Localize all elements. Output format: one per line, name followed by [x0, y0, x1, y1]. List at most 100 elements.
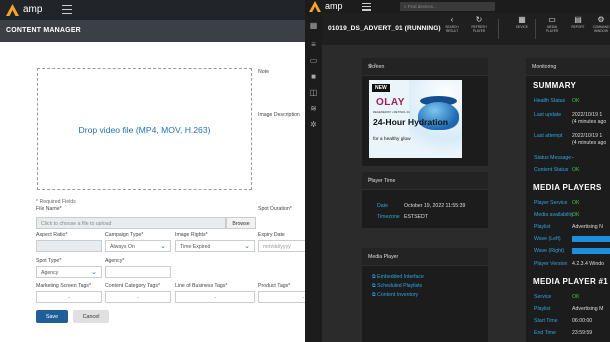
save-button[interactable]: Save	[36, 310, 68, 323]
tag-dash: -	[68, 295, 70, 301]
screen-preview-image: NEW OLAY REGENERIST • RETINOL 24 24-Hour…	[369, 80, 462, 158]
file-name-label: File Name*	[36, 206, 62, 212]
toolbar-divider	[498, 19, 499, 39]
last-attempt-relative: (4 minutes ago	[572, 140, 607, 146]
expiry-date-label: Expiry Date	[258, 232, 285, 238]
toolbar-label: REFRESH PLAYER	[471, 25, 487, 33]
device-name: 01019_DS_ADVERT_01 (RUNNING)	[328, 25, 441, 32]
amp-logo-icon	[309, 1, 321, 12]
content-status-value: OK	[572, 167, 580, 173]
external-link-icon: ⧉	[372, 283, 376, 289]
health-status-label: Health Status	[534, 98, 566, 104]
product-tags-select[interactable]: -	[258, 291, 305, 303]
content-inventory-link[interactable]: ⧉ Content Inventory	[372, 292, 418, 299]
hamburger-menu-icon[interactable]	[62, 5, 72, 15]
timezone-value: ESTSEDT	[404, 214, 428, 220]
image-rights-select[interactable]: Time Expired ⌄	[175, 240, 255, 252]
gear-icon: ⚙	[597, 15, 605, 24]
new-badge: NEW	[372, 84, 390, 92]
player-time-card: Player Time ↻ Date October 19, 2022 11:5…	[362, 172, 488, 228]
last-update-label: Last update	[534, 112, 562, 118]
marketing-screen-tags-label: Marketing Screen Tags*	[36, 283, 91, 289]
video-dropzone[interactable]: Drop video file (MP4, MOV, H.263)	[37, 68, 252, 190]
file-name-input[interactable]: Click to choose a file to upload	[36, 217, 226, 229]
content-manager-window: amp CONTENT MANAGER Drop video file (MP4…	[0, 0, 305, 342]
toolbar-label: SEARCH RESULT	[445, 25, 459, 33]
monitoring-card: Monitoring SUMMARY Health Status OK Last…	[526, 58, 610, 342]
card-title: Monitoring	[532, 64, 557, 70]
marketing-screen-tags-select[interactable]: -	[36, 291, 102, 303]
amp-logo-icon	[6, 4, 19, 16]
chevron-down-icon: ⌄	[91, 269, 97, 276]
app-name: amp	[23, 4, 43, 15]
required-fields-note: * Required Fields	[36, 199, 76, 205]
refresh-player-button[interactable]: ↻ REFRESH PLAYER	[468, 15, 490, 33]
spot-type-select[interactable]: Agency ⌄	[36, 266, 102, 278]
scheduled-playlists-link[interactable]: ⧉ Scheduled Playlists	[372, 283, 422, 290]
top-navbar: amp ⌕ Find devices...	[305, 0, 610, 13]
file-name-placeholder: Click to choose a file to upload	[41, 221, 112, 227]
cast-icon[interactable]: ◫	[309, 88, 318, 97]
device-button[interactable]: ▦ DEVICE	[511, 15, 533, 30]
wifi-icon[interactable]: ≋	[309, 104, 318, 113]
last-attempt-value: 2022/10/19 1	[572, 133, 603, 139]
link-label: Content Inventory	[377, 292, 419, 298]
media-player-1-header: MEDIA PLAYER #1	[533, 277, 609, 286]
back-icon: ‹	[450, 15, 454, 24]
cancel-button[interactable]: Cancel	[73, 310, 109, 323]
external-link-icon: ⧉	[372, 292, 376, 298]
line-of-business-tags-label: Line of Business Tags*	[175, 283, 228, 289]
wave-right-bar	[572, 248, 610, 254]
media-player-button[interactable]: ▭ MEDIA PLAYER	[541, 15, 563, 33]
tag-dash: -	[302, 295, 304, 301]
playlist-label: Playlist	[534, 224, 551, 230]
end-time-label: End Time	[534, 330, 556, 336]
player-version-label: Player Version	[534, 261, 568, 267]
card-title: Media Player	[368, 254, 399, 260]
media-player-card: Media Player ⧉ Embedded Interface ⧉ Sche…	[362, 248, 488, 342]
player-version-value: 4.2.3.4 Windo	[572, 261, 605, 267]
link-label: Embedded Interface	[377, 274, 424, 280]
campaign-type-value: Always On	[110, 244, 135, 250]
content-category-tags-select[interactable]: -	[105, 291, 171, 303]
playlist-value: Advertising N	[572, 224, 603, 230]
end-time-value: 23:59:59	[572, 330, 593, 336]
command-window-button[interactable]: ⚙ COMMAND WINDOW	[590, 15, 610, 33]
campaign-type-label: Campaign Type*	[105, 232, 144, 238]
dashboard-icon[interactable]: ▦	[309, 21, 318, 30]
wave-left-bar	[572, 236, 610, 242]
spot-type-label: Spot Type*	[36, 258, 62, 264]
zoom-icon[interactable]: ⊕ ↻	[368, 63, 482, 69]
media-availability-label: Media availability	[534, 212, 574, 218]
chevron-down-icon: ⌄	[160, 243, 166, 250]
summary-header: SUMMARY	[533, 81, 577, 90]
brand-logo: OLAY	[376, 97, 405, 108]
wave-left-label: Wave (Left)	[534, 236, 561, 242]
device-search-input[interactable]: ⌕ Find devices...	[400, 2, 495, 11]
embedded-interface-link[interactable]: ⧉ Embedded Interface	[372, 274, 424, 281]
report-icon: ▤	[574, 15, 582, 24]
list-icon[interactable]: ≡	[309, 40, 318, 49]
link-label: Scheduled Playlists	[377, 283, 423, 289]
display-icon[interactable]: ▭	[309, 56, 318, 65]
toolbar-divider	[535, 19, 536, 39]
device-toolbar: 01019_DS_ADVERT_01 (RUNNING) ‹ SEARCH RES…	[305, 13, 610, 45]
settings-icon[interactable]: ✲	[309, 120, 318, 129]
external-link-icon: ⧉	[372, 274, 376, 280]
agency-select[interactable]	[105, 266, 171, 278]
line-of-business-tags-select[interactable]: -	[175, 291, 255, 303]
campaign-type-select[interactable]: Always On ⌄	[105, 240, 171, 252]
app-name: amp	[325, 1, 343, 11]
browse-button[interactable]: Browse	[226, 217, 256, 229]
chevron-down-icon: ⌄	[244, 243, 250, 250]
mp1-playlist-label: Playlist	[534, 306, 551, 312]
report-button[interactable]: ▤ REPORT	[567, 15, 589, 30]
folder-icon[interactable]: ■	[309, 72, 318, 81]
hamburger-menu-icon[interactable]	[362, 3, 371, 11]
search-result-button[interactable]: ‹ SEARCH RESULT	[441, 15, 463, 33]
tag-dash: -	[214, 295, 216, 301]
service-label: Service	[534, 294, 552, 300]
refresh-icon[interactable]: ↻	[368, 177, 482, 183]
expiry-date-input[interactable]: mm/dd/yyyy	[258, 240, 305, 252]
agency-label: Agency*	[105, 258, 125, 264]
